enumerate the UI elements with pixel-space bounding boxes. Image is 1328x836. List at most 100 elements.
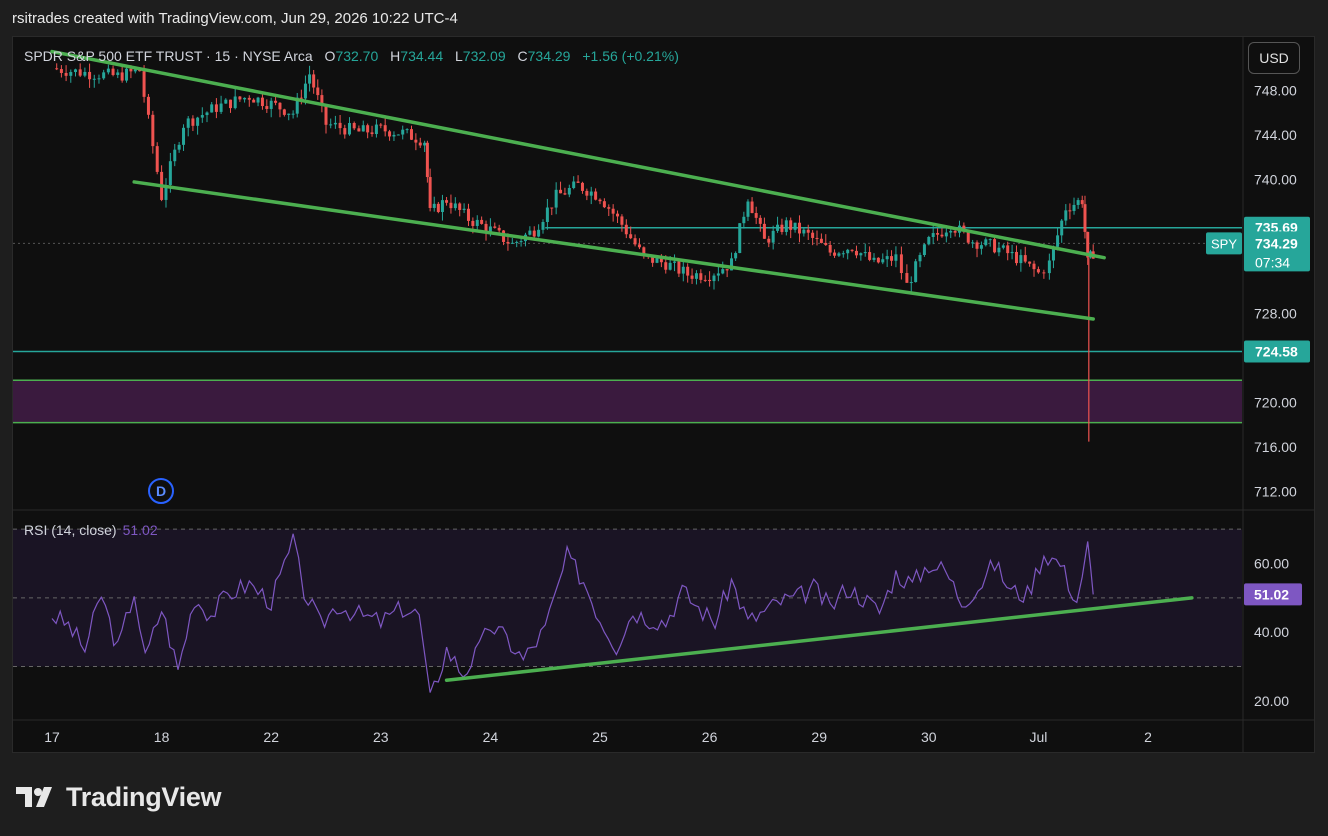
tradingview-logo[interactable]: TradingView bbox=[16, 780, 222, 814]
candle-body bbox=[102, 72, 106, 79]
candle-body bbox=[576, 181, 580, 183]
candle-body bbox=[1006, 245, 1010, 254]
candle-body bbox=[931, 233, 935, 237]
candle-body bbox=[894, 254, 898, 261]
candle-body bbox=[409, 129, 413, 140]
price-axis-tick: 748.00 bbox=[1254, 83, 1297, 99]
candle-body bbox=[1032, 263, 1036, 270]
candle-body bbox=[475, 219, 479, 226]
candle-body bbox=[589, 191, 593, 196]
candle-body bbox=[624, 224, 628, 235]
candle-body bbox=[602, 201, 606, 208]
currency-button[interactable]: USD bbox=[1248, 42, 1300, 74]
candle-body bbox=[979, 245, 983, 249]
rsi-last-label: 51.02 bbox=[1254, 586, 1289, 602]
candle-body bbox=[449, 202, 453, 209]
tradingview-logo-icon bbox=[16, 787, 52, 807]
price-axis-tick: 728.00 bbox=[1254, 305, 1297, 321]
candle-body bbox=[303, 83, 307, 99]
candle-body bbox=[1042, 272, 1046, 274]
candle-body bbox=[196, 117, 200, 126]
candle-body bbox=[771, 230, 775, 243]
candle-body bbox=[872, 257, 876, 260]
legend-high-value: 734.44 bbox=[400, 48, 444, 64]
candle-body bbox=[767, 238, 771, 243]
time-axis-tick: 24 bbox=[483, 729, 499, 745]
price-axis-tick: 716.00 bbox=[1254, 439, 1297, 455]
candle-body bbox=[366, 125, 370, 133]
price-trendline bbox=[50, 49, 1106, 260]
legend-low-value: 732.09 bbox=[462, 48, 506, 64]
countdown-label: 07:34 bbox=[1255, 254, 1290, 270]
time-axis-tick: 17 bbox=[44, 729, 60, 745]
candle-body bbox=[256, 97, 260, 103]
candle-body bbox=[106, 68, 110, 73]
candle-body bbox=[436, 203, 440, 212]
candle-body bbox=[423, 142, 427, 146]
candle-body bbox=[940, 234, 944, 237]
candle-body bbox=[655, 258, 659, 263]
candle-body bbox=[343, 128, 347, 135]
symbol-tag: SPY bbox=[1211, 236, 1237, 251]
candle-body bbox=[909, 282, 913, 284]
candle-body bbox=[462, 208, 466, 210]
candle-body bbox=[545, 207, 549, 222]
rsi-label: RSI (14, close) bbox=[24, 522, 117, 538]
candle-body bbox=[428, 177, 432, 208]
candle-body bbox=[802, 229, 806, 234]
candle-body bbox=[793, 222, 797, 230]
candle-body bbox=[620, 216, 624, 225]
candle-body bbox=[762, 223, 766, 239]
candle-body bbox=[405, 129, 409, 131]
candle-body bbox=[758, 217, 762, 224]
candle-body bbox=[453, 203, 457, 209]
candle-body bbox=[182, 127, 186, 145]
rsi-legend: RSI (14, close) 51.02 bbox=[24, 522, 158, 538]
candle-body bbox=[637, 244, 641, 248]
candle-body bbox=[493, 226, 497, 228]
candle-body bbox=[432, 203, 436, 208]
candle-body bbox=[1036, 269, 1040, 273]
candle-body bbox=[396, 134, 400, 136]
candle-body bbox=[64, 72, 68, 76]
candle-body bbox=[876, 257, 880, 263]
candle-body bbox=[806, 229, 810, 233]
candle-body bbox=[738, 223, 742, 254]
candle-body bbox=[1068, 210, 1072, 212]
candle-body bbox=[111, 68, 115, 75]
candle-body bbox=[559, 189, 563, 194]
candle-body bbox=[550, 207, 554, 209]
candle-body bbox=[846, 249, 850, 254]
legend-change: +1.56 (+0.21%) bbox=[582, 48, 679, 64]
candle-body bbox=[59, 69, 63, 73]
candle-body bbox=[97, 78, 101, 80]
candle-body bbox=[734, 253, 738, 259]
candle-body bbox=[168, 161, 172, 186]
candle-body bbox=[480, 219, 484, 224]
candle-body bbox=[205, 112, 209, 116]
candle-body bbox=[214, 104, 218, 112]
legend-low-key: L bbox=[455, 48, 463, 64]
candle-body bbox=[725, 269, 729, 271]
candle-body bbox=[200, 115, 204, 118]
time-axis-tick: 18 bbox=[154, 729, 170, 745]
candle-body bbox=[466, 208, 470, 221]
candle-body bbox=[859, 253, 863, 256]
price-axis-tick: 744.00 bbox=[1254, 127, 1297, 143]
candle-body bbox=[69, 72, 73, 76]
candle-body bbox=[997, 247, 1001, 253]
candle-body bbox=[116, 72, 120, 75]
candle-body bbox=[922, 244, 926, 256]
candle-body bbox=[361, 125, 365, 132]
time-axis-tick: 29 bbox=[811, 729, 827, 745]
candle-body bbox=[850, 249, 854, 251]
candle-body bbox=[510, 242, 514, 244]
candle-body bbox=[347, 123, 351, 135]
candle-body bbox=[881, 259, 885, 263]
chart-canvas[interactable]: 748.00 744.00 740.00 728.00 720.00 716.00 712.… bbox=[0, 0, 1328, 836]
candle-body bbox=[528, 230, 532, 235]
candle-body bbox=[515, 241, 519, 243]
candle-body bbox=[352, 123, 356, 129]
dividend-event-marker[interactable]: D bbox=[148, 478, 174, 504]
time-axis-tick: 22 bbox=[263, 729, 279, 745]
